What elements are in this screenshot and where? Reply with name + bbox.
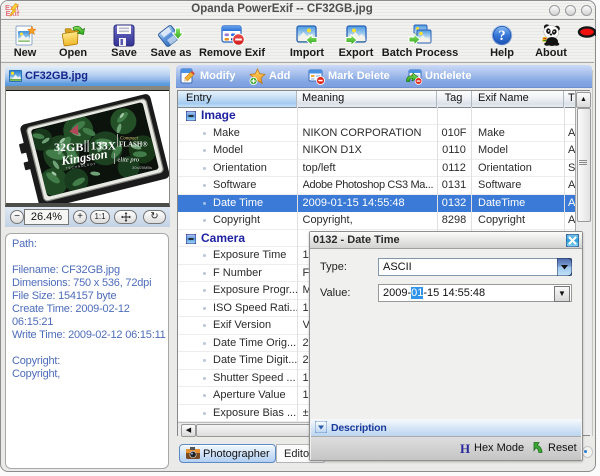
svg-text:F: F <box>595 28 597 38</box>
svg-text:elite pro: elite pro <box>118 157 140 164</box>
svg-text:?: ? <box>498 28 505 44</box>
svg-text:30x/25MBs: 30x/25MBs <box>132 165 152 170</box>
svg-text:FLASH®: FLASH® <box>119 141 148 149</box>
